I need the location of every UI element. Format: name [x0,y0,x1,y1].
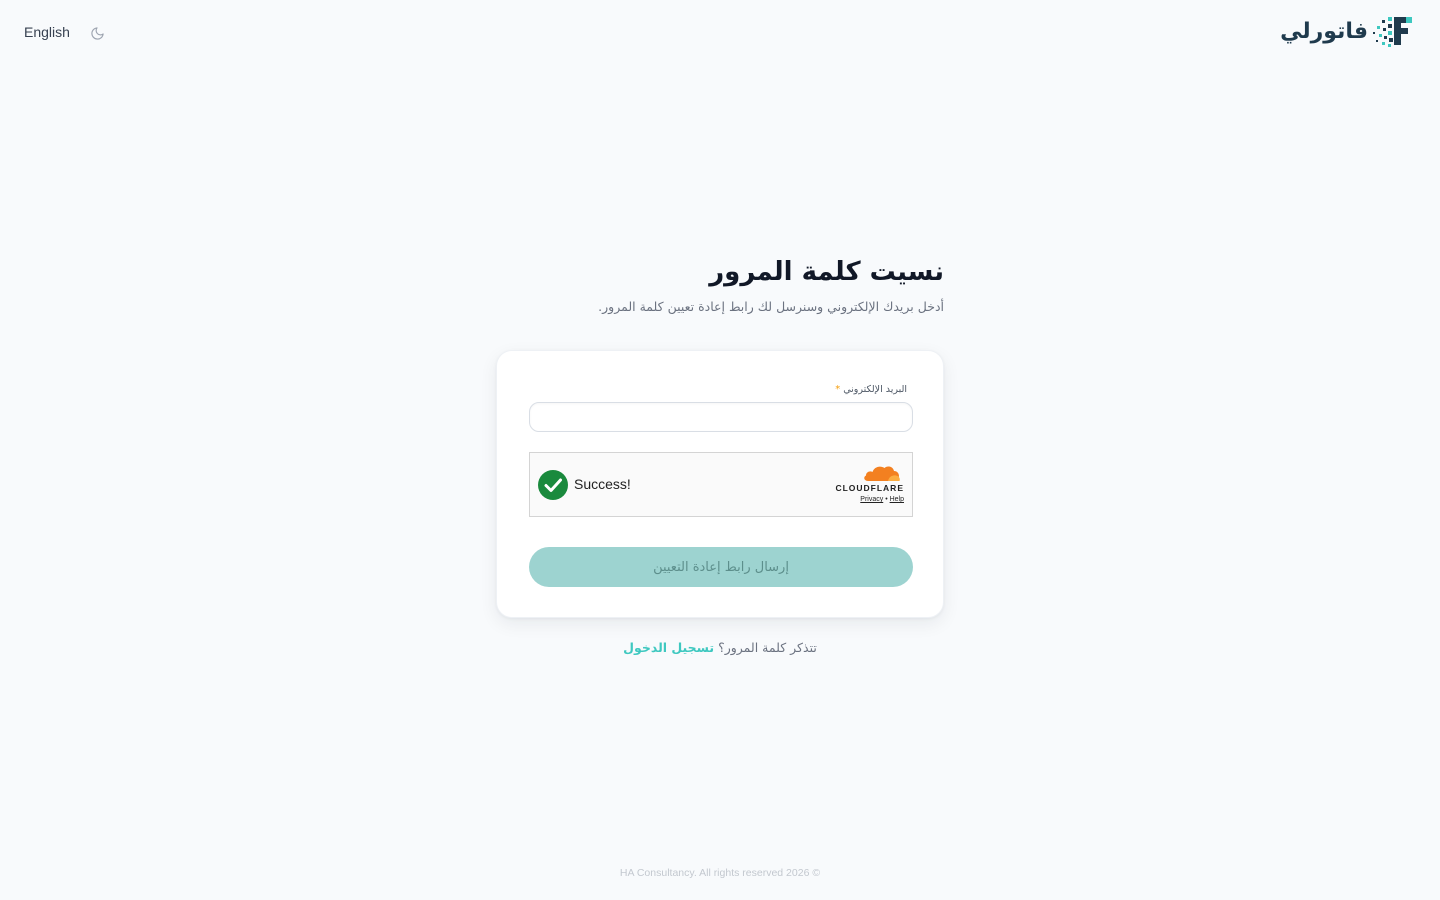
required-mark: * [835,384,841,395]
login-link[interactable]: تسجيل الدخول [623,640,714,655]
privacy-link[interactable]: Privacy [860,496,883,503]
links-separator: • [885,496,888,503]
theme-toggle-button[interactable] [88,23,108,43]
moon-icon [91,26,105,40]
send-reset-link-button[interactable]: إرسال رابط إعادة التعيين [529,547,913,587]
brand-name: فاتورلي [1280,18,1368,44]
remember-question: تتذكر كلمة المرور؟ [718,640,817,655]
page-header: نسيت كلمة المرور أدخل بريدك الإلكتروني و… [496,252,944,316]
email-label-text: البريد الإلكتروني [843,384,907,395]
top-controls: English [24,20,108,43]
email-input[interactable] [529,402,913,432]
remember-password-line: تتذكر كلمة المرور؟ تسجيل الدخول [0,640,1440,655]
brand-logo[interactable]: فاتورلي [1280,14,1416,48]
page-subtitle: أدخل بريدك الإلكتروني وسنرسل لك رابط إعا… [598,299,944,314]
footer-copyright: HA Consultancy. All rights reserved 2026… [619,867,821,879]
captcha-widget[interactable]: Success! CLOUDFLARE Privacy • Help [529,452,913,517]
check-circle-icon [538,470,568,500]
email-field-label: البريد الإلكتروني * [835,384,907,395]
cloudflare-wordmark: CLOUDFLARE [835,483,904,493]
cloudflare-logo: CLOUDFLARE Privacy • Help [828,464,904,503]
captcha-status-text: Success! [574,476,631,492]
help-link[interactable]: Help [890,496,904,503]
cloudflare-cloud-icon [864,466,900,481]
pixel-f-logo-icon [1373,17,1412,47]
cloudflare-links: Privacy • Help [828,496,904,503]
top-bar: فاتورلي English [0,0,1440,64]
reset-form-card: البريد الإلكتروني * Success! CLOUDFLARE … [496,350,944,618]
language-switch-link[interactable]: English [24,24,70,40]
page-title: نسيت كلمة المرور [709,257,944,287]
